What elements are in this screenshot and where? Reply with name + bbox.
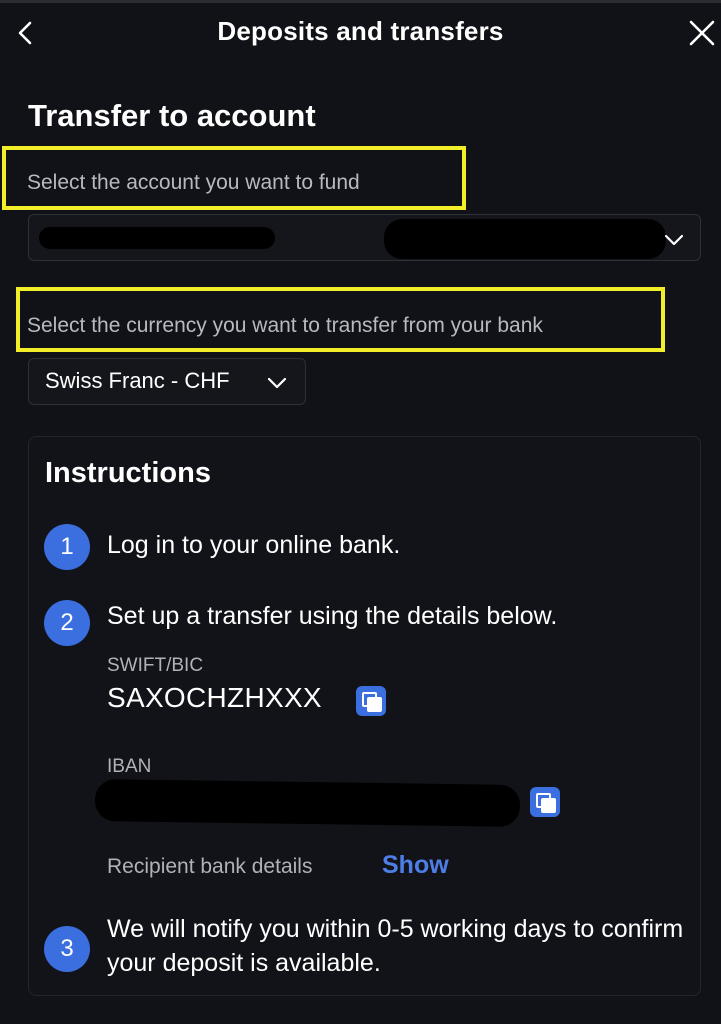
close-button[interactable]	[687, 18, 717, 48]
swift-value: SAXOCHZHXXX	[107, 682, 322, 713]
step-text-3: We will notify you within 0-5 working da…	[107, 915, 684, 977]
currency-select-label: Select the currency you want to transfer…	[27, 314, 543, 337]
close-icon	[689, 20, 715, 46]
redacted-account-name	[39, 227, 275, 249]
step-text-2: Set up a transfer using the details belo…	[107, 602, 558, 630]
show-recipient-details-link[interactable]: Show	[382, 851, 449, 880]
recipient-bank-details-label: Recipient bank details	[107, 855, 313, 878]
instructions-title: Instructions	[45, 457, 211, 489]
step-number-3: 3	[44, 926, 90, 972]
instructions-card: Instructions 1 Log in to your online ban…	[28, 436, 701, 996]
redacted-account-number	[384, 219, 666, 259]
currency-select[interactable]: Swiss Franc - CHF	[28, 358, 306, 405]
section-title: Transfer to account	[28, 98, 316, 133]
copy-swift-button[interactable]	[356, 686, 386, 716]
currency-selected-value: Swiss Franc - CHF	[45, 368, 230, 393]
account-select[interactable]	[28, 214, 701, 261]
header: Deposits and transfers	[0, 0, 721, 66]
iban-label: IBAN	[107, 756, 152, 777]
account-select-label: Select the account you want to fund	[27, 171, 360, 194]
step-number-2: 2	[44, 600, 90, 646]
swift-label: SWIFT/BIC	[107, 655, 204, 676]
chevron-down-icon	[664, 234, 684, 246]
copy-iban-button[interactable]	[530, 787, 560, 817]
chevron-down-icon	[267, 377, 287, 389]
step-number-1: 1	[44, 524, 90, 570]
header-title: Deposits and transfers	[217, 16, 504, 46]
step-text-1: Log in to your online bank.	[107, 531, 401, 559]
redacted-iban-value	[94, 779, 521, 827]
